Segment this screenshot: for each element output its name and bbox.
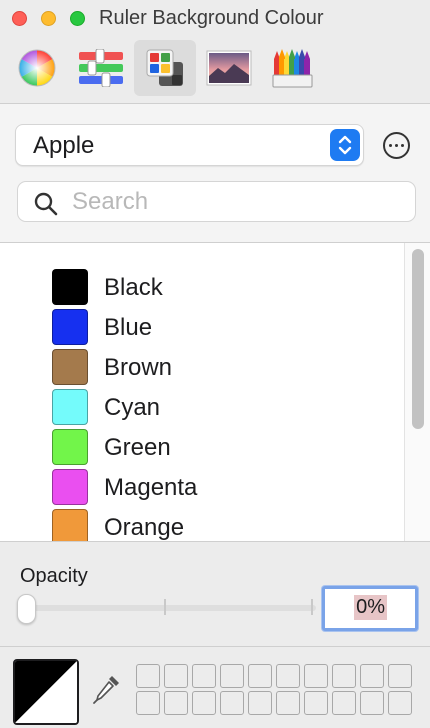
opacity-value-field[interactable]: 0% <box>322 586 418 631</box>
search-field[interactable] <box>17 181 416 222</box>
favourite-swatch-slot[interactable] <box>304 664 328 688</box>
current-colour-well[interactable] <box>13 659 79 725</box>
favourite-swatch-slot[interactable] <box>220 664 244 688</box>
favourite-swatch-slot[interactable] <box>220 691 244 715</box>
list-item[interactable]: Orange <box>0 505 404 541</box>
image-icon <box>206 50 252 86</box>
opacity-slider-track[interactable] <box>26 605 316 611</box>
colour-swatch <box>52 469 88 505</box>
colour-name: Orange <box>104 514 185 541</box>
colour-name: Cyan <box>104 394 161 421</box>
favourite-swatch-slot[interactable] <box>136 691 160 715</box>
colour-swatch <box>52 389 88 425</box>
colour-name: Green <box>104 434 171 461</box>
bottom-bar <box>0 647 430 728</box>
palettes-icon <box>146 49 183 86</box>
favourite-swatch-slot[interactable] <box>136 664 160 688</box>
favourite-swatch-slot[interactable] <box>192 664 216 688</box>
colour-name: Magenta <box>104 474 198 501</box>
list-item[interactable]: Black <box>0 265 404 305</box>
sliders-icon <box>79 49 123 87</box>
eyedropper-icon[interactable] <box>92 673 122 705</box>
colour-name: Black <box>104 274 163 301</box>
list-item[interactable]: Cyan <box>0 385 404 425</box>
favourite-swatch-slot[interactable] <box>388 691 412 715</box>
favourite-swatch-slot[interactable] <box>332 664 356 688</box>
image-palettes-mode-button[interactable] <box>198 40 260 96</box>
search-icon <box>34 192 58 216</box>
minimize-window-button[interactable] <box>41 11 56 26</box>
favourite-swatch-slot[interactable] <box>248 691 272 715</box>
colour-swatch <box>52 309 88 345</box>
palette-controls: Apple <box>0 104 430 242</box>
colour-swatch <box>52 269 88 305</box>
favourite-swatch-slot[interactable] <box>276 664 300 688</box>
list-item[interactable]: Green <box>0 425 404 465</box>
colour-swatch <box>52 349 88 385</box>
colour-name: Brown <box>104 354 173 381</box>
favourite-swatch-slot[interactable] <box>360 691 384 715</box>
favourite-swatch-slot[interactable] <box>360 664 384 688</box>
opacity-label: Opacity <box>20 565 88 587</box>
colour-wheel-icon <box>18 49 56 87</box>
close-window-button[interactable] <box>12 11 27 26</box>
colour-panel-window: Ruler Background Colour Apple Search Bla… <box>0 0 430 728</box>
search-input[interactable] <box>72 186 392 218</box>
palette-list-label: Apple <box>33 132 95 159</box>
colour-name: Blue <box>104 314 153 341</box>
list-item[interactable]: Blue <box>0 305 404 345</box>
window-title: Ruler Background Colour <box>99 7 324 29</box>
zoom-window-button[interactable] <box>70 11 85 26</box>
opacity-section: Opacity 0% <box>0 542 430 646</box>
palette-list-popup[interactable]: Apple <box>15 124 364 166</box>
mode-toolbar <box>0 38 430 102</box>
list-item[interactable]: Brown <box>0 345 404 385</box>
more-options-button[interactable] <box>383 132 410 159</box>
favourite-swatch-slot[interactable] <box>248 664 272 688</box>
chevron-up-down-icon <box>330 129 360 161</box>
colour-swatch <box>52 429 88 465</box>
favourite-swatch-slot[interactable] <box>164 664 188 688</box>
opacity-slider-knob[interactable] <box>17 594 36 624</box>
pencils-icon <box>272 49 313 88</box>
colour-palettes-mode-button[interactable] <box>134 40 196 96</box>
favourite-swatch-slot[interactable] <box>304 691 328 715</box>
colour-wheel-mode-button[interactable] <box>6 40 68 96</box>
colour-list: Black Blue Brown Cyan Green Magenta Oran… <box>0 243 430 541</box>
ellipsis-icon <box>389 144 392 147</box>
title-bar: Ruler Background Colour <box>0 0 430 38</box>
favourite-swatch-slot[interactable] <box>388 664 412 688</box>
colour-sliders-mode-button[interactable] <box>70 40 132 96</box>
transparent-colour-indicator <box>15 661 77 723</box>
favourite-swatch-slot[interactable] <box>276 691 300 715</box>
list-item[interactable]: Magenta <box>0 465 404 505</box>
colour-swatch <box>52 509 88 541</box>
scrollbar-thumb[interactable] <box>412 249 424 429</box>
slider-tick-mark <box>311 599 313 615</box>
opacity-value: 0% <box>354 595 387 620</box>
favourite-swatch-slot[interactable] <box>164 691 188 715</box>
slider-tick-mark <box>164 599 166 615</box>
favourite-swatch-slot[interactable] <box>332 691 356 715</box>
favourite-swatch-slot[interactable] <box>192 691 216 715</box>
pencils-mode-button[interactable] <box>262 40 324 96</box>
favourite-swatches <box>136 664 412 715</box>
